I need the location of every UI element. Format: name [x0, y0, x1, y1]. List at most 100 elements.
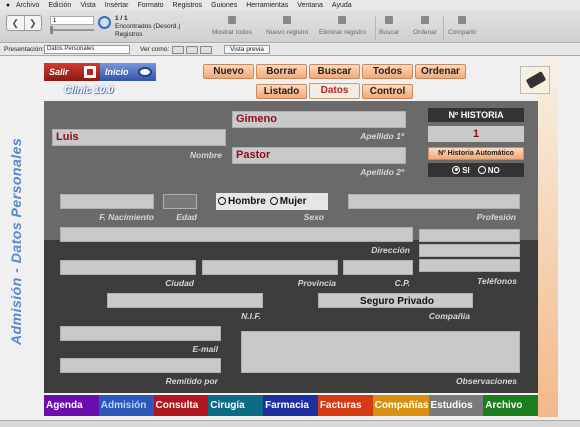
edad-field: [163, 194, 197, 209]
delete-record-button[interactable]: Eliminar registro: [319, 16, 366, 36]
radio-hombre[interactable]: Hombre: [218, 196, 266, 207]
record-info: 1 / 1 Encontrados (Desord.) Registros: [115, 15, 180, 39]
nav-farmacia[interactable]: Farmacia: [263, 395, 318, 416]
list-view-icon[interactable]: [186, 46, 198, 54]
record-slider[interactable]: [50, 26, 94, 34]
menu-herramientas[interactable]: Herramientas: [246, 2, 288, 9]
direccion-field[interactable]: [60, 227, 413, 242]
menu-archivo[interactable]: Archivo: [16, 2, 39, 9]
historia-auto-button[interactable]: Nº Historia Automático: [428, 147, 524, 160]
clinic-logo-text: Clinic 10.0: [64, 85, 114, 96]
provincia-label: Provincia: [297, 278, 336, 288]
radio-mujer[interactable]: Mujer: [269, 196, 307, 207]
menu-ayuda[interactable]: Ayuda: [332, 2, 352, 9]
form-area: Admisión - Datos Personales Salir Inicio…: [0, 57, 580, 427]
telefono-1-field[interactable]: [419, 229, 520, 242]
presentation-select[interactable]: Datos Personales: [44, 45, 130, 54]
remitido-field[interactable]: [60, 358, 221, 373]
next-record-icon[interactable]: ❯: [23, 16, 42, 30]
menu-formato[interactable]: Formato: [137, 2, 163, 9]
clinic-logo-image: [520, 66, 550, 94]
horizontal-scrollbar[interactable]: [0, 420, 580, 427]
email-field[interactable]: [60, 326, 221, 341]
records-label: Registros: [115, 31, 143, 38]
apellido1-field[interactable]: Gimeno: [232, 111, 406, 128]
nav-estudios[interactable]: Estudios: [428, 395, 484, 416]
sexo-radio-group: Hombre Mujer: [216, 193, 328, 210]
sort-label: Ordenar: [413, 29, 437, 36]
nav-archivo[interactable]: Archivo: [483, 395, 539, 416]
form-view-icon[interactable]: [172, 46, 184, 54]
cp-field[interactable]: [343, 260, 413, 275]
nav-cirugia[interactable]: Cirugía: [208, 395, 264, 416]
sexo-label: Sexo: [303, 212, 324, 222]
fecha-nacimiento-field[interactable]: [60, 194, 154, 209]
table-view-icon[interactable]: [200, 46, 212, 54]
telefono-2-field[interactable]: [419, 244, 520, 257]
fecha-nacimiento-label: F. Nacimiento: [99, 212, 154, 222]
delete-record-label: Eliminar registro: [319, 29, 366, 36]
observaciones-field[interactable]: [241, 331, 520, 373]
tab-datos[interactable]: Datos: [309, 83, 360, 99]
record-number-input[interactable]: 1: [50, 16, 94, 25]
preview-button[interactable]: Vista previa: [224, 45, 270, 54]
apellido2-field[interactable]: Pastor: [232, 147, 406, 164]
provincia-field[interactable]: [202, 260, 338, 275]
nav-companias[interactable]: Compañías: [372, 395, 429, 416]
telefonos-label: Teléfonos: [477, 276, 517, 286]
compania-field[interactable]: Seguro Privado: [318, 293, 473, 308]
share-button[interactable]: Compartir: [448, 16, 477, 36]
ciudad-field[interactable]: [60, 260, 196, 275]
share-icon: [458, 16, 467, 24]
historia-number[interactable]: 1: [428, 126, 524, 142]
radio-unselected-icon: [218, 197, 226, 205]
menu-insertar[interactable]: Insertar: [105, 2, 129, 9]
ciudad-label: Ciudad: [165, 278, 194, 288]
apellido1-label: Apellido 1º: [360, 131, 404, 141]
nif-field[interactable]: [107, 293, 263, 308]
nombre-field[interactable]: Luis: [52, 129, 226, 146]
exit-icon: [84, 66, 96, 78]
apple-icon[interactable]: ●: [0, 2, 16, 9]
radio-si[interactable]: SI: [452, 165, 470, 175]
sort-button[interactable]: Ordenar: [413, 16, 437, 36]
menu-edicion[interactable]: Edición: [48, 2, 71, 9]
menu-registros[interactable]: Registros: [173, 2, 203, 9]
nav-consulta[interactable]: Consulta: [153, 395, 209, 416]
todos-button[interactable]: Todos: [362, 64, 413, 79]
nav-admision[interactable]: Admisión: [98, 395, 154, 416]
search-button[interactable]: Buscar: [379, 16, 399, 36]
radio-si-label: SI: [462, 165, 470, 175]
menu-ventana[interactable]: Ventana: [297, 2, 323, 9]
nuevo-button[interactable]: Nuevo: [203, 64, 254, 79]
direccion-label: Dirección: [371, 245, 410, 255]
view-as-label: Ver como:: [140, 46, 170, 53]
historia-auto-radio-group: SI NO: [428, 163, 524, 177]
sort-icon: [420, 16, 429, 24]
menu-vista[interactable]: Vista: [80, 2, 95, 9]
tab-control[interactable]: Control: [362, 84, 413, 99]
tab-listado[interactable]: Listado: [256, 84, 307, 99]
new-record-button[interactable]: Nuevo registro: [266, 16, 308, 36]
nombre-label: Nombre: [189, 150, 222, 160]
module-nav-bar: Agenda Admisión Consulta Cirugía Farmaci…: [44, 395, 539, 416]
apellido2-label: Apellido 2º: [360, 167, 404, 177]
mujer-label: Mujer: [279, 196, 307, 207]
telefono-3-field[interactable]: [419, 259, 520, 272]
nav-agenda[interactable]: Agenda: [44, 395, 99, 416]
menu-guiones[interactable]: Guiones: [211, 2, 237, 9]
salir-button[interactable]: Salir: [44, 63, 100, 81]
cp-label: C.P.: [394, 278, 410, 288]
email-label: E-mail: [192, 344, 218, 354]
profesion-field[interactable]: [348, 194, 520, 209]
buscar-button[interactable]: Buscar: [309, 64, 360, 79]
new-record-label: Nuevo registro: [266, 29, 309, 36]
show-all-button[interactable]: Mostrar todos: [212, 16, 252, 36]
ordenar-button[interactable]: Ordenar: [415, 64, 466, 79]
previous-record-icon[interactable]: ❮: [7, 16, 24, 30]
nav-facturas[interactable]: Facturas: [317, 395, 373, 416]
remitido-label: Remitido por: [165, 376, 218, 386]
inicio-button[interactable]: Inicio: [100, 63, 156, 81]
borrar-button[interactable]: Borrar: [256, 64, 307, 79]
radio-no[interactable]: NO: [477, 165, 500, 175]
